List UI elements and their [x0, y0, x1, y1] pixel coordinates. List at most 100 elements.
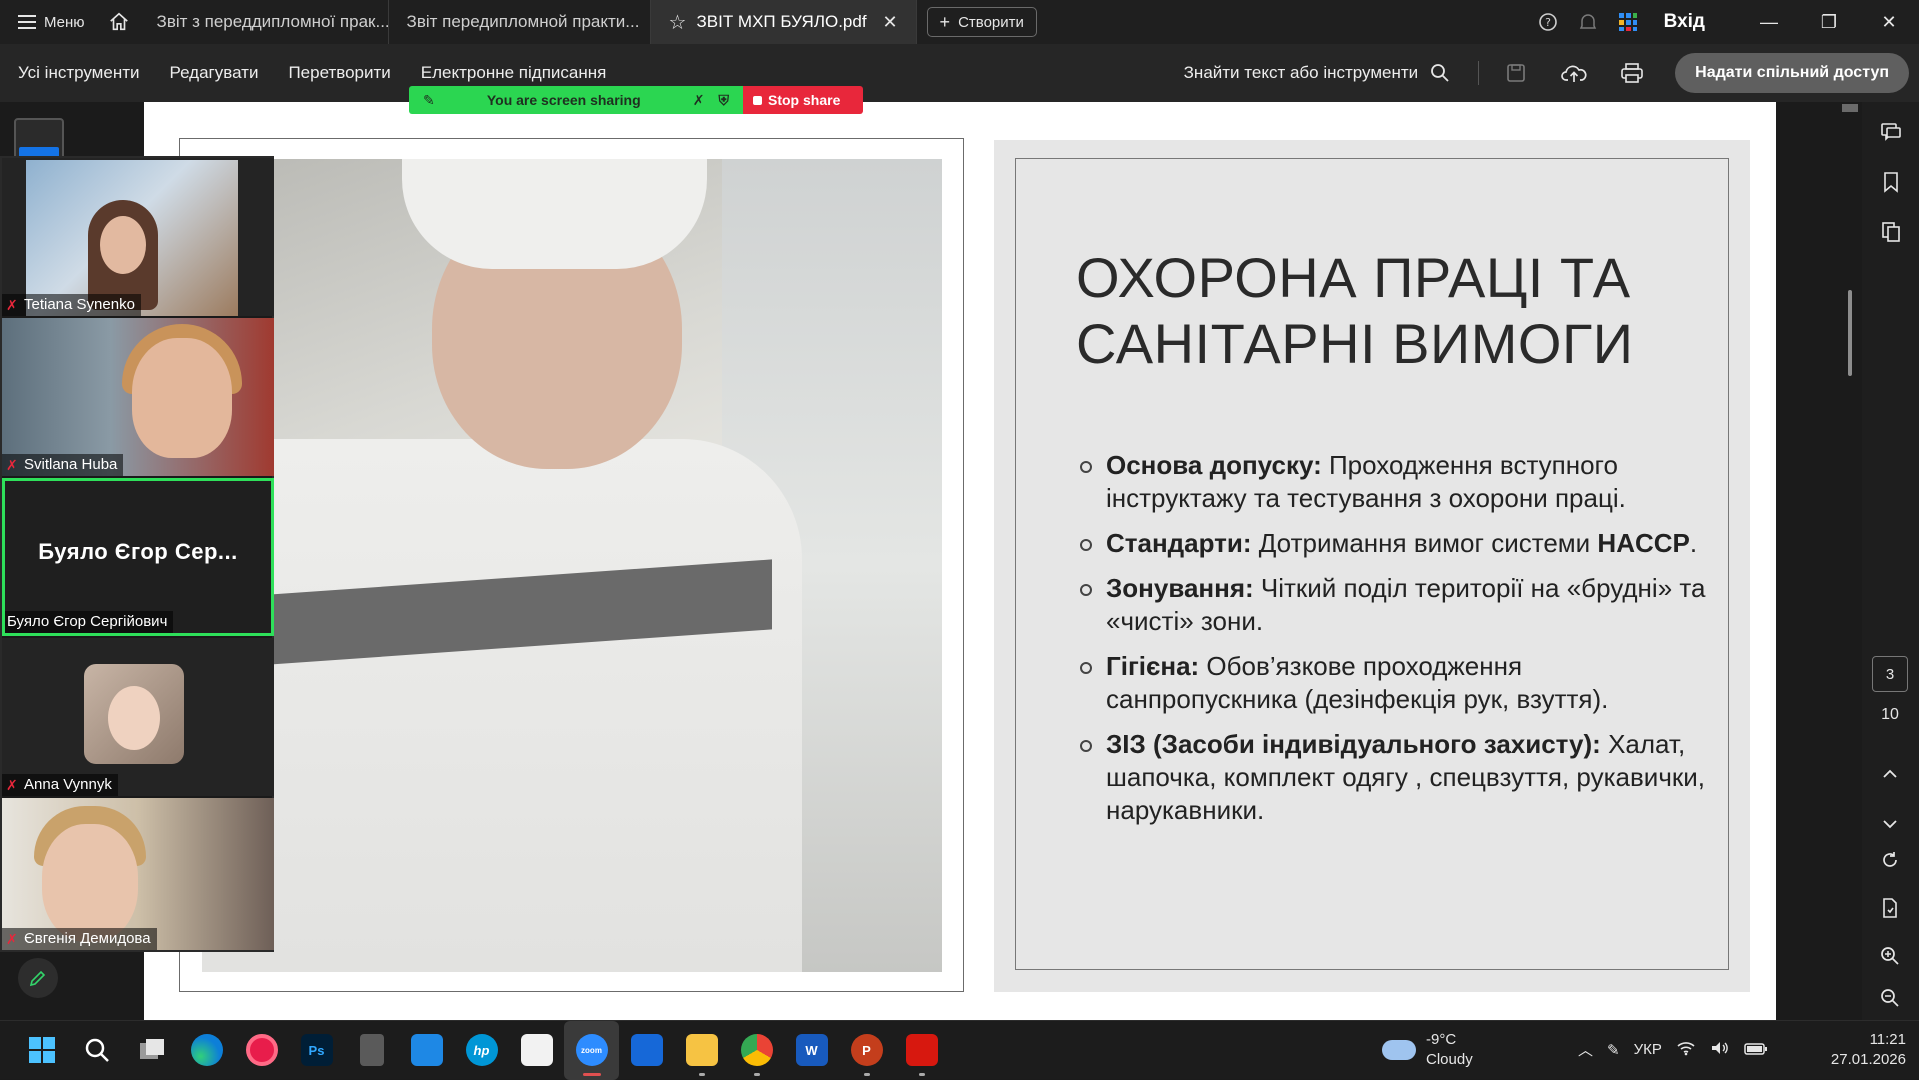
clock-time: 11:21: [1869, 1031, 1906, 1048]
photoshop-label: Ps: [300, 1034, 333, 1066]
wifi-icon[interactable]: [1676, 1040, 1696, 1060]
volume-icon[interactable]: [1710, 1040, 1730, 1060]
chevron-up-icon[interactable]: [1872, 756, 1908, 792]
word-icon[interactable]: W: [784, 1021, 839, 1080]
taskbar-clock[interactable]: 11:21 27.01.2026: [1822, 1030, 1906, 1070]
close-icon[interactable]: ✕: [882, 12, 897, 33]
star-icon[interactable]: ☆: [669, 10, 687, 35]
zoom-label: zoom: [575, 1034, 608, 1066]
pages-icon[interactable]: [1871, 212, 1911, 252]
participant-tile[interactable]: ✗ Tetiana Synenko: [2, 158, 274, 316]
participant-video: [2, 318, 274, 476]
comments-icon[interactable]: [1871, 112, 1911, 152]
plus-icon: +: [939, 11, 951, 32]
toolbar-edit[interactable]: Редагувати: [155, 63, 274, 83]
toolbar-convert[interactable]: Перетворити: [273, 63, 405, 83]
help-icon[interactable]: ?: [1528, 0, 1568, 44]
task-view-icon[interactable]: [124, 1021, 179, 1080]
participant-tile[interactable]: ✗ Євгенія Демидова: [2, 798, 274, 950]
pen-input-icon[interactable]: ✎: [1607, 1041, 1620, 1059]
participant-name: Буяло Єгор Сергійович: [5, 611, 174, 633]
pdf-page[interactable]: ОХОРОНА ПРАЦІ ТА САНІТАРНІ ВИМОГИ Основа…: [144, 102, 1776, 1020]
participant-tile[interactable]: ✗ Anna Vynnyk: [2, 638, 274, 796]
search-icon[interactable]: [69, 1021, 124, 1080]
find-label: Знайти текст або інструменти: [1183, 63, 1419, 82]
weather-widget[interactable]: -9°C Cloudy: [1382, 1030, 1473, 1070]
bookmark-icon[interactable]: [1871, 162, 1911, 202]
photoshop-icon[interactable]: Ps: [289, 1021, 344, 1080]
battery-icon[interactable]: [1744, 1040, 1768, 1060]
cloud-upload-icon[interactable]: [1547, 53, 1601, 93]
list-item: ЗІЗ (Засоби індивідуального захисту): Ха…: [1076, 728, 1716, 827]
mic-muted-icon: ✗: [6, 777, 18, 793]
language-indicator[interactable]: УКР: [1634, 1041, 1662, 1058]
mic-muted-icon: ✗: [692, 91, 705, 108]
participant-video: [26, 160, 238, 316]
bullet-text: .: [1689, 528, 1698, 558]
bell-icon[interactable]: [1568, 0, 1608, 44]
title-bar: Меню Звіт з переддипломної прак... Звіт …: [0, 0, 1919, 44]
start-icon[interactable]: [14, 1021, 69, 1080]
video-face: [108, 686, 160, 750]
store-icon[interactable]: [399, 1021, 454, 1080]
chevron-down-icon[interactable]: [1872, 806, 1908, 842]
print-icon[interactable]: [1605, 53, 1659, 93]
create-label: Створити: [958, 13, 1024, 31]
main-toolbar: Усі інструменти Редагувати Перетворити Е…: [0, 44, 1919, 102]
svg-text:?: ?: [1545, 16, 1551, 29]
window-close-icon[interactable]: ✕: [1859, 0, 1919, 44]
stop-icon: [753, 95, 762, 105]
participant-tile-active-speaker[interactable]: Буяло Єгор Сер... Буяло Єгор Сергійович: [2, 478, 274, 636]
restore-icon[interactable]: ❐: [1799, 0, 1859, 44]
zoom-out-icon[interactable]: [1872, 980, 1908, 1016]
screen-recorder-icon[interactable]: [234, 1021, 289, 1080]
running-indicator: [582, 1072, 601, 1076]
search-icon: [1431, 64, 1449, 82]
visio-icon[interactable]: [619, 1021, 674, 1080]
file-explorer-icon[interactable]: [674, 1021, 729, 1080]
participant-name: ✗ Євгенія Демидова: [2, 928, 157, 950]
share-button[interactable]: Надати спільний доступ: [1675, 53, 1909, 93]
tab-report-1[interactable]: Звіт з переддипломної прак...: [139, 0, 389, 44]
video-gallery[interactable]: ✗ Tetiana Synenko ✗ Svitlana Huba Буяло Єг…: [0, 156, 274, 952]
edit-pencil-button[interactable]: [18, 958, 58, 998]
find-tools-search[interactable]: Знайти текст або інструменти: [1184, 63, 1469, 83]
tab-active-pdf[interactable]: ☆ ЗВІТ МХП БУЯЛО.pdf ✕: [650, 0, 917, 44]
minimize-icon[interactable]: —: [1739, 0, 1799, 44]
paint-icon[interactable]: [509, 1021, 564, 1080]
chevron-up-icon[interactable]: ︿: [1578, 1039, 1593, 1060]
chrome-icon[interactable]: [729, 1021, 784, 1080]
stop-share-button[interactable]: Stop share: [743, 86, 863, 114]
calculator-icon[interactable]: [344, 1021, 399, 1080]
cloud-icon: [1382, 1040, 1416, 1060]
total-pages: 10: [1881, 706, 1899, 723]
menu-button[interactable]: Меню: [0, 0, 99, 44]
scrollbar-thumb[interactable]: [1848, 290, 1852, 376]
acrobat-icon[interactable]: [894, 1021, 949, 1080]
participant-display-name: Буяло Єгор Сер...: [38, 539, 238, 564]
tab-report-2[interactable]: Звіт передипломной практи...: [389, 0, 651, 44]
toolbar-all-tools[interactable]: Усі інструменти: [0, 63, 155, 83]
current-page-input[interactable]: 3: [1872, 656, 1908, 692]
signin-button[interactable]: Вхід: [1648, 11, 1739, 33]
screen-share-status[interactable]: ✎ You are screen sharing ✗ ⛨: [409, 86, 743, 114]
running-indicator: [753, 1072, 760, 1076]
toolbar-divider: [1478, 61, 1480, 85]
tab-label: Звіт передипломной практи...: [406, 12, 640, 31]
toolbar-e-sign[interactable]: Електронне підписання: [406, 63, 622, 83]
zoom-in-icon[interactable]: [1872, 938, 1908, 974]
participant-name-text: Буяло Єгор Сергійович: [7, 613, 168, 630]
page-export-icon[interactable]: [1872, 890, 1908, 926]
participant-tile[interactable]: ✗ Svitlana Huba: [2, 318, 274, 476]
zoom-icon[interactable]: zoom: [564, 1020, 619, 1080]
create-button[interactable]: + Створити: [926, 7, 1037, 37]
hp-icon[interactable]: hp: [454, 1021, 509, 1080]
hp-label: hp: [465, 1034, 498, 1066]
save-icon[interactable]: [1489, 53, 1543, 93]
refresh-icon[interactable]: [1872, 842, 1908, 878]
home-button[interactable]: [99, 0, 139, 44]
powerpoint-icon[interactable]: P: [839, 1021, 894, 1080]
edge-icon[interactable]: [179, 1021, 234, 1080]
list-item: Зонування: Чіткий поділ території на «бр…: [1076, 572, 1716, 638]
apps-grid-icon[interactable]: [1608, 0, 1648, 44]
